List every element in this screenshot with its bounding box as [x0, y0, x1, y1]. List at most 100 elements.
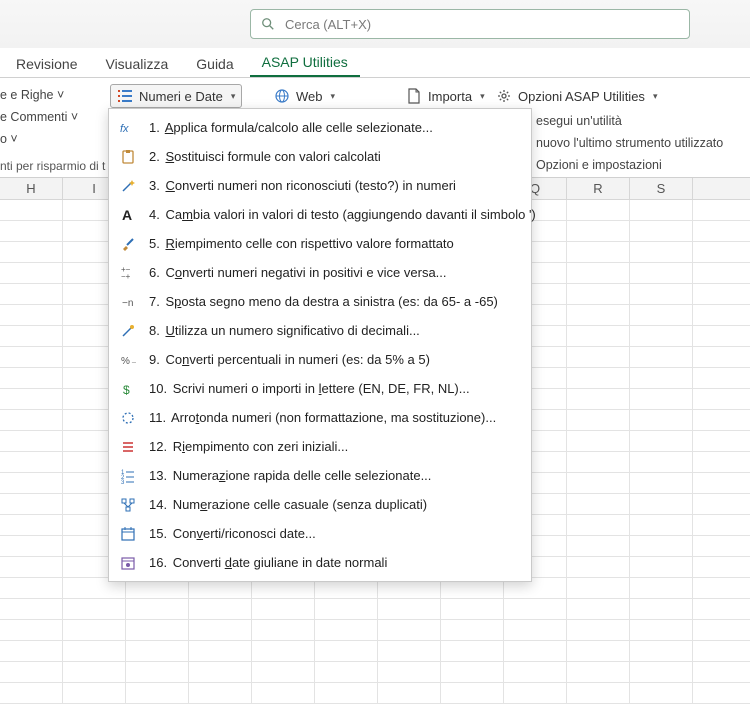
- grid-cell[interactable]: [567, 515, 630, 535]
- menu-item-6[interactable]: +−−+6. Converti numeri negativi in posit…: [109, 258, 531, 287]
- grid-cell[interactable]: [0, 200, 63, 220]
- grid-cell[interactable]: [567, 410, 630, 430]
- grid-cell[interactable]: [0, 431, 63, 451]
- grid-cell[interactable]: [693, 662, 750, 682]
- grid-cell[interactable]: [0, 641, 63, 661]
- grid-cell[interactable]: [630, 599, 693, 619]
- grid-cell[interactable]: [0, 515, 63, 535]
- grid-cell[interactable]: [378, 620, 441, 640]
- side-line[interactable]: esegui un'utilità: [536, 110, 723, 132]
- grid-cell[interactable]: [567, 683, 630, 703]
- grid-cell[interactable]: [0, 305, 63, 325]
- grid-cell[interactable]: [630, 452, 693, 472]
- grid-cell[interactable]: [567, 368, 630, 388]
- grid-cell[interactable]: [693, 326, 750, 346]
- menu-item-12[interactable]: 12. Riempimento con zeri iniziali...: [109, 432, 531, 461]
- grid-cell[interactable]: [504, 662, 567, 682]
- menu-item-11[interactable]: 11. Arrotonda numeri (non formattazione,…: [109, 403, 531, 432]
- grid-cell[interactable]: [693, 515, 750, 535]
- grid-cell[interactable]: [567, 452, 630, 472]
- grid-cell[interactable]: [693, 473, 750, 493]
- grid-cell[interactable]: [567, 347, 630, 367]
- grid-cell[interactable]: [630, 578, 693, 598]
- grid-cell[interactable]: [315, 641, 378, 661]
- grid-cell[interactable]: [0, 389, 63, 409]
- grid-cell[interactable]: [630, 221, 693, 241]
- grid-cell[interactable]: [630, 662, 693, 682]
- grid-cell[interactable]: [0, 578, 63, 598]
- menu-item-10[interactable]: $10. Scrivi numeri o importi in lettere …: [109, 374, 531, 403]
- grid-cell[interactable]: [126, 641, 189, 661]
- grid-cell[interactable]: [630, 347, 693, 367]
- grid-cell[interactable]: [567, 494, 630, 514]
- grid-cell[interactable]: [567, 431, 630, 451]
- grid-cell[interactable]: [693, 494, 750, 514]
- grid-cell[interactable]: [567, 305, 630, 325]
- grid-cell[interactable]: [693, 452, 750, 472]
- grid-cell[interactable]: [189, 683, 252, 703]
- grid-cell[interactable]: [567, 263, 630, 283]
- grid-cell[interactable]: [189, 662, 252, 682]
- grid-cell[interactable]: [693, 284, 750, 304]
- grid-cell[interactable]: [0, 683, 63, 703]
- web-button[interactable]: Web ▾: [268, 84, 341, 108]
- menu-item-3[interactable]: 3. Converti numeri non riconosciuti (tes…: [109, 171, 531, 200]
- grid-cell[interactable]: [630, 326, 693, 346]
- ribbon-left-line[interactable]: e e Righe ˅: [0, 84, 110, 106]
- grid-cell[interactable]: [126, 662, 189, 682]
- grid-cell[interactable]: [567, 536, 630, 556]
- grid-cell[interactable]: [630, 410, 693, 430]
- grid-cell[interactable]: [126, 683, 189, 703]
- grid-cell[interactable]: [630, 494, 693, 514]
- search-box[interactable]: Cerca (ALT+X): [250, 9, 690, 39]
- grid-cell[interactable]: [63, 620, 126, 640]
- tab-revisione[interactable]: Revisione: [4, 50, 89, 77]
- column-header[interactable]: H: [0, 178, 63, 199]
- grid-cell[interactable]: [693, 347, 750, 367]
- grid-cell[interactable]: [252, 683, 315, 703]
- grid-cell[interactable]: [567, 242, 630, 262]
- menu-item-14[interactable]: 14. Numerazione celle casuale (senza dup…: [109, 490, 531, 519]
- menu-item-16[interactable]: 16. Converti date giuliane in date norma…: [109, 548, 531, 577]
- grid-cell[interactable]: [189, 620, 252, 640]
- ribbon-left-line[interactable]: o ˅: [0, 128, 110, 150]
- menu-item-15[interactable]: 15. Converti/riconosci date...: [109, 519, 531, 548]
- menu-item-9[interactable]: %→9. Converti percentuali in numeri (es:…: [109, 345, 531, 374]
- grid-cell[interactable]: [441, 662, 504, 682]
- grid-cell[interactable]: [252, 620, 315, 640]
- grid-cell[interactable]: [378, 662, 441, 682]
- grid-cell[interactable]: [63, 683, 126, 703]
- grid-cell[interactable]: [0, 284, 63, 304]
- grid-cell[interactable]: [441, 641, 504, 661]
- grid-cell[interactable]: [567, 389, 630, 409]
- menu-item-7[interactable]: −n7. Sposta segno meno da destra a sinis…: [109, 287, 531, 316]
- grid-cell[interactable]: [693, 221, 750, 241]
- grid-cell[interactable]: [504, 641, 567, 661]
- grid-cell[interactable]: [63, 641, 126, 661]
- menu-item-5[interactable]: 5. Riempimento celle con rispettivo valo…: [109, 229, 531, 258]
- grid-cell[interactable]: [693, 599, 750, 619]
- grid-cell[interactable]: [378, 599, 441, 619]
- grid-cell[interactable]: [630, 242, 693, 262]
- column-header[interactable]: S: [630, 178, 693, 199]
- grid-cell[interactable]: [0, 410, 63, 430]
- grid-cell[interactable]: [126, 599, 189, 619]
- tab-asap-utilities[interactable]: ASAP Utilities: [250, 48, 360, 77]
- grid-cell[interactable]: [0, 347, 63, 367]
- grid-cell[interactable]: [693, 242, 750, 262]
- grid-cell[interactable]: [567, 221, 630, 241]
- grid-cell[interactable]: [0, 494, 63, 514]
- grid-cell[interactable]: [0, 263, 63, 283]
- grid-cell[interactable]: [693, 368, 750, 388]
- grid-cell[interactable]: [693, 578, 750, 598]
- grid-cell[interactable]: [0, 536, 63, 556]
- menu-item-13[interactable]: 12313. Numerazione rapida delle celle se…: [109, 461, 531, 490]
- grid-cell[interactable]: [693, 641, 750, 661]
- grid-cell[interactable]: [441, 620, 504, 640]
- tab-visualizza[interactable]: Visualizza: [93, 50, 180, 77]
- grid-cell[interactable]: [630, 536, 693, 556]
- grid-cell[interactable]: [189, 641, 252, 661]
- grid-cell[interactable]: [63, 599, 126, 619]
- grid-cell[interactable]: [630, 431, 693, 451]
- grid-cell[interactable]: [693, 557, 750, 577]
